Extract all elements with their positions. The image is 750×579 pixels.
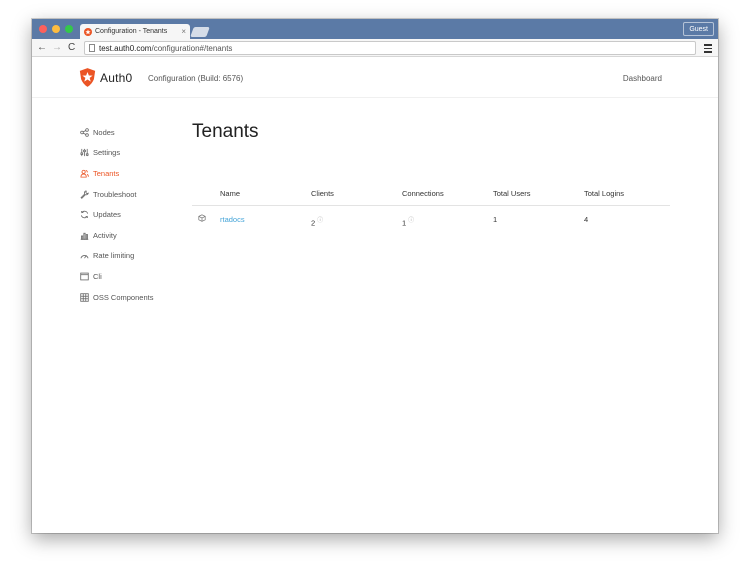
tenant-name-link[interactable]: rtadocs — [220, 215, 245, 224]
tenant-total-logins-cell: 4 — [584, 215, 589, 224]
sidebar-item-nodes[interactable]: Nodes — [80, 122, 153, 143]
tenant-clients-cell: 2 ⓘ — [311, 215, 323, 228]
sidebar-nav: Nodes Settings Tenants Troubleshoot Upda… — [80, 122, 153, 307]
sidebar-item-cli[interactable]: Cli — [80, 266, 153, 287]
sidebar-item-troubleshoot[interactable]: Troubleshoot — [80, 184, 153, 205]
info-icon[interactable]: ⓘ — [317, 218, 323, 224]
minimize-window-button[interactable] — [52, 25, 60, 33]
sidebar-item-label: Activity — [93, 230, 117, 240]
reload-icon[interactable]: C — [68, 42, 75, 54]
url-host: test.auth0.com — [99, 43, 152, 53]
tenant-total-users-cell: 1 — [493, 215, 498, 224]
app-header: Auth0 Configuration (Build: 6576) Dashbo… — [32, 58, 718, 98]
sidebar-item-label: Settings — [93, 148, 121, 158]
sidebar-item-label: OSS Components — [93, 292, 154, 302]
nodes-icon — [80, 128, 89, 137]
sidebar-item-rate-limiting[interactable]: Rate limiting — [80, 246, 153, 267]
column-header-total-logins[interactable]: Total Logins — [584, 189, 624, 198]
tenant-cube-icon — [198, 214, 206, 222]
bar-chart-icon — [80, 232, 89, 240]
sidebar-item-settings[interactable]: Settings — [80, 143, 153, 164]
page-icon — [89, 44, 95, 52]
gauge-icon — [80, 255, 89, 259]
browser-titlebar: Configuration - Tenants × Guest — [32, 19, 718, 39]
auth0-shield-icon — [79, 68, 96, 87]
settings-sliders-icon — [80, 149, 89, 157]
sidebar-item-label: Troubleshoot — [93, 189, 137, 199]
tenants-users-icon — [80, 169, 89, 178]
tab-close-icon[interactable]: × — [181, 27, 186, 36]
clients-value: 2 — [311, 218, 316, 228]
page-title: Tenants — [192, 121, 259, 142]
browser-window: Configuration - Tenants × Guest ← → C te… — [32, 19, 718, 533]
sidebar-item-updates[interactable]: Updates — [80, 204, 153, 225]
page-viewport: Auth0 Configuration (Build: 6576) Dashbo… — [32, 58, 718, 533]
sidebar-item-label: Nodes — [93, 127, 115, 137]
table-header-row: Name Clients Connections Total Users Tot… — [192, 184, 670, 206]
wrench-icon — [80, 190, 89, 199]
column-header-connections[interactable]: Connections — [402, 189, 444, 198]
tab-title: Configuration - Tenants — [95, 28, 168, 35]
sidebar-item-label: Cli — [93, 271, 102, 281]
address-bar[interactable]: test.auth0.com/configuration#/tenants — [84, 41, 696, 55]
sidebar-item-activity[interactable]: Activity — [80, 225, 153, 246]
column-header-total-users[interactable]: Total Users — [493, 189, 531, 198]
close-window-button[interactable] — [39, 25, 47, 33]
auth0-logo[interactable]: Auth0 — [79, 68, 132, 87]
sidebar-item-label: Tenants — [93, 168, 120, 178]
grid-icon — [80, 292, 89, 302]
refresh-icon — [80, 210, 89, 219]
column-header-clients[interactable]: Clients — [311, 189, 334, 198]
sidebar-item-tenants[interactable]: Tenants — [80, 163, 153, 184]
hamburger-menu-icon[interactable] — [704, 42, 712, 55]
maximize-window-button[interactable] — [65, 25, 73, 33]
dashboard-link[interactable]: Dashboard — [623, 74, 662, 83]
browser-tab[interactable]: Configuration - Tenants × — [80, 24, 190, 39]
profile-button[interactable]: Guest — [683, 22, 714, 36]
terminal-window-icon — [80, 272, 89, 281]
forward-arrow-icon[interactable]: → — [52, 42, 62, 54]
browser-toolbar: ← → C test.auth0.com/configuration#/tena… — [32, 39, 718, 57]
info-icon[interactable]: ⓘ — [408, 218, 414, 224]
new-tab-button[interactable] — [190, 27, 210, 37]
sidebar-item-label: Updates — [93, 210, 121, 220]
auth0-favicon-icon — [84, 27, 92, 36]
tenant-connections-cell: 1 ⓘ — [402, 215, 414, 228]
url-path: /configuration#/tenants — [151, 43, 233, 53]
back-arrow-icon[interactable]: ← — [37, 42, 47, 54]
build-label: Configuration (Build: 6576) — [148, 74, 244, 83]
sidebar-item-label: Rate limiting — [93, 251, 135, 261]
tenants-table: Name Clients Connections Total Users Tot… — [192, 184, 670, 232]
table-row[interactable]: rtadocs 2 ⓘ 1 ⓘ 1 4 — [192, 206, 670, 232]
connections-value: 1 — [402, 218, 407, 228]
column-header-name[interactable]: Name — [220, 189, 240, 198]
logo-text: Auth0 — [100, 70, 133, 85]
sidebar-item-oss-components[interactable]: OSS Components — [80, 287, 153, 308]
